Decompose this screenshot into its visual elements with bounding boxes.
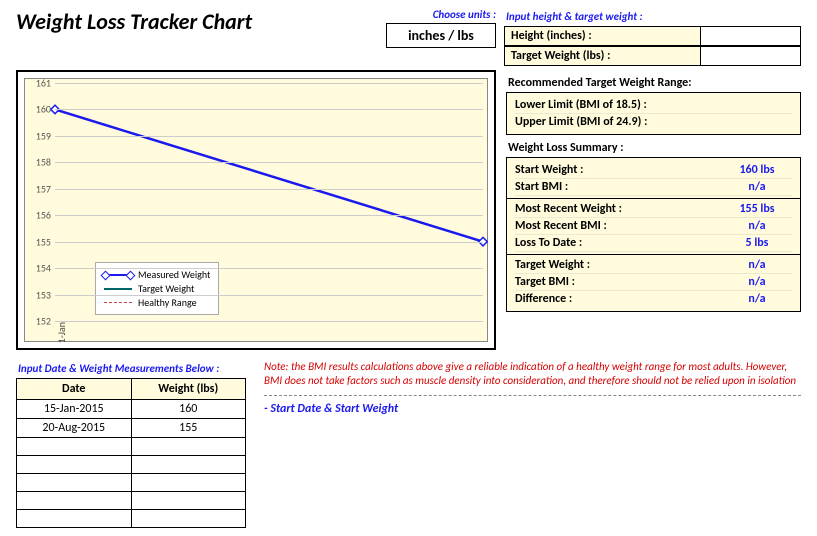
legend-target: Target Weight — [138, 282, 194, 295]
lower-limit-label: Lower Limit (BMI of 18.5) : — [515, 98, 647, 112]
range-heading: Recommended Target Weight Range: — [508, 76, 801, 90]
summary-value: n/a — [722, 258, 792, 272]
summary-box: Start Weight : 160 lbs Start BMI : n/a Most … — [506, 157, 801, 312]
units-selector[interactable]: inches / lbs — [386, 23, 496, 48]
summary-heading: Weight Loss Summary : — [508, 141, 801, 155]
range-box: Lower Limit (BMI of 18.5) : Upper Limit … — [506, 92, 801, 135]
summary-value: 160 lbs — [722, 163, 792, 177]
measurements-table: Date Weight (lbs) 15-Jan-201516020-Aug-2… — [16, 378, 246, 528]
summary-value: 155 lbs — [722, 202, 792, 216]
table-cell[interactable]: 155 — [131, 419, 246, 438]
table-cell[interactable] — [17, 510, 132, 528]
y-tick: 152 — [27, 315, 51, 328]
table-cell[interactable] — [131, 438, 246, 456]
table-cell[interactable]: 160 — [131, 400, 246, 419]
table-row[interactable] — [17, 438, 246, 456]
input-height-label: Input height & target weight : — [506, 10, 801, 23]
summary-value: 5 lbs — [722, 236, 792, 250]
summary-key: Difference : — [515, 292, 572, 306]
legend-swatch-target — [104, 288, 132, 290]
y-tick: 153 — [27, 288, 51, 301]
table-cell[interactable] — [17, 492, 132, 510]
legend-healthy: Healthy Range — [138, 296, 197, 309]
target-weight-label: Target Weight (lbs) : — [504, 46, 701, 66]
input-table-label: Input Date & Weight Measurements Below : — [18, 362, 246, 375]
col-date: Date — [17, 379, 132, 400]
y-tick: 155 — [27, 235, 51, 248]
summary-key: Target Weight : — [515, 258, 590, 272]
summary-key: Loss To Date : — [515, 236, 582, 250]
height-label: Height (inches) : — [504, 26, 701, 46]
summary-value: n/a — [722, 180, 792, 194]
summary-key: Target BMI : — [515, 275, 575, 289]
table-cell[interactable] — [17, 456, 132, 474]
col-weight: Weight (lbs) — [131, 379, 246, 400]
y-tick: 160 — [27, 103, 51, 116]
upper-limit-label: Upper Limit (BMI of 24.9) : — [515, 115, 647, 129]
x-tick: 1-Jan — [55, 322, 68, 343]
table-cell[interactable] — [131, 492, 246, 510]
table-row[interactable]: 20-Aug-2015155 — [17, 419, 246, 438]
y-tick: 159 — [27, 129, 51, 142]
table-row[interactable]: 15-Jan-2015160 — [17, 400, 246, 419]
chart-legend: Measured Weight Target Weight Healthy Ra… — [95, 262, 219, 315]
height-input[interactable] — [701, 26, 801, 46]
summary-key: Start BMI : — [515, 180, 568, 194]
y-tick: 156 — [27, 209, 51, 222]
table-cell[interactable]: 20-Aug-2015 — [17, 419, 132, 438]
table-row[interactable] — [17, 474, 246, 492]
divider — [264, 395, 801, 396]
summary-key: Most Recent Weight : — [515, 202, 622, 216]
summary-key: Start Weight : — [515, 163, 583, 177]
start-hint: - Start Date & Start Weight — [264, 402, 801, 416]
input-height-box: Height (inches) : Target Weight (lbs) : — [504, 26, 801, 66]
y-tick: 161 — [27, 77, 51, 90]
table-row[interactable] — [17, 456, 246, 474]
measured-line — [55, 109, 483, 241]
y-tick: 158 — [27, 156, 51, 169]
table-cell[interactable] — [131, 510, 246, 528]
summary-value: n/a — [722, 275, 792, 289]
table-row[interactable] — [17, 510, 246, 528]
units-label: Choose units : — [324, 8, 496, 21]
legend-measured: Measured Weight — [138, 268, 210, 281]
bmi-note: Note: the BMI results calculations above… — [264, 360, 801, 389]
y-tick: 157 — [27, 182, 51, 195]
table-row[interactable] — [17, 492, 246, 510]
legend-swatch-healthy — [104, 302, 132, 303]
lower-limit-value — [722, 98, 792, 112]
legend-swatch-measured — [104, 274, 132, 276]
page-title: Weight Loss Tracker Chart — [16, 8, 316, 35]
summary-value: n/a — [722, 292, 792, 306]
table-cell[interactable] — [17, 474, 132, 492]
table-cell[interactable] — [131, 456, 246, 474]
y-tick: 154 — [27, 262, 51, 275]
table-cell[interactable]: 15-Jan-2015 — [17, 400, 132, 419]
upper-limit-value — [722, 115, 792, 129]
table-cell[interactable] — [131, 474, 246, 492]
summary-value: n/a — [722, 219, 792, 233]
table-cell[interactable] — [17, 438, 132, 456]
summary-key: Most Recent BMI : — [515, 219, 607, 233]
weight-chart: Measured Weight Target Weight Healthy Ra… — [16, 70, 496, 350]
target-weight-input[interactable] — [701, 46, 801, 66]
